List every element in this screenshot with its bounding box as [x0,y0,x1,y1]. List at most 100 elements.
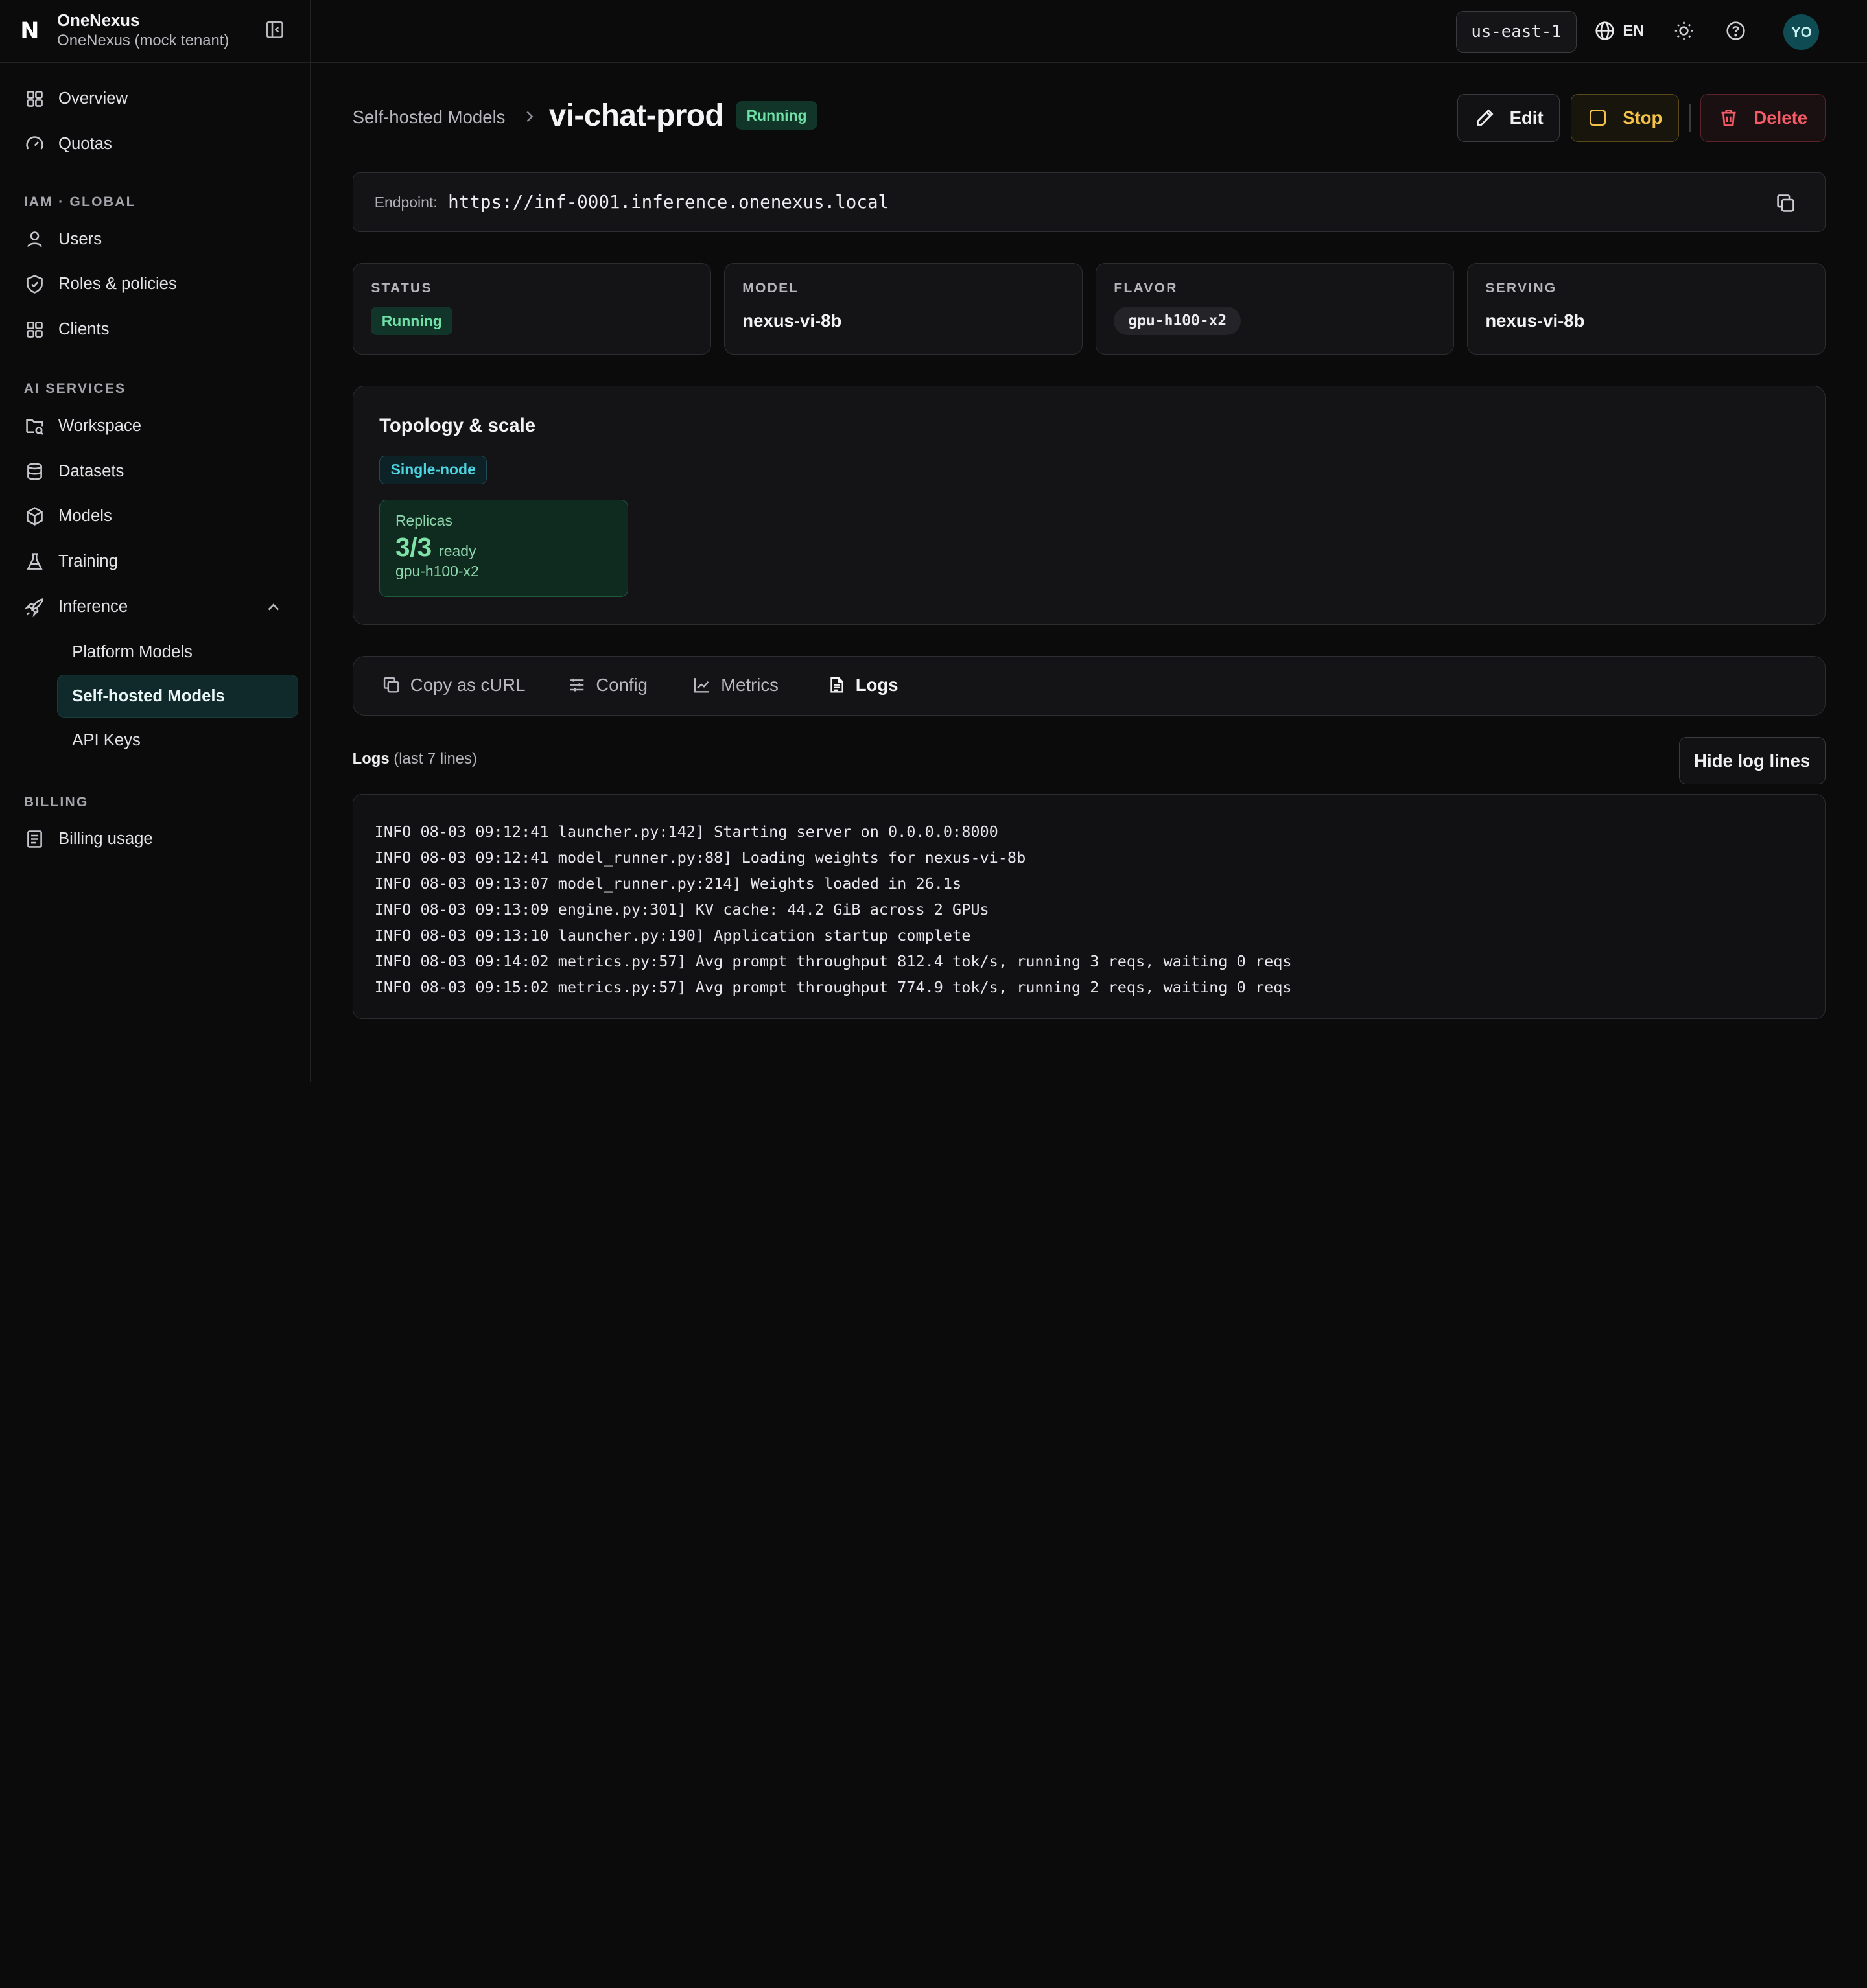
section-title-ai-services: AI SERVICES [23,381,126,397]
tab-logs[interactable]: Logs [827,675,898,696]
divider [1689,103,1691,132]
globe-icon [1595,21,1614,40]
app-root: N OneNexus OneNexus (mock tenant) Overvi… [0,0,1867,1082]
cube-icon [24,506,45,527]
folder-search-icon [24,415,45,437]
sidebar-item-label: Datasets [58,462,124,480]
stat-card-flavor: FLAVOR gpu-h100-x2 [1095,263,1454,355]
edit-button[interactable]: Edit [1457,94,1560,142]
copy-icon[interactable] [1775,193,1796,214]
sidebar-item-training[interactable]: Training [0,539,310,585]
language-selector[interactable]: EN [1594,20,1645,41]
sidebar-item-label: Roles & policies [58,275,177,294]
endpoint-url[interactable]: https://inf-0001.inference.onenexus.loca… [448,192,889,213]
grid-icon [24,88,45,110]
chevron-right-icon [523,108,537,125]
sidebar-collapse-icon[interactable] [265,20,284,39]
tab-label: Config [596,674,648,695]
avatar[interactable]: YO [1783,14,1820,51]
sidebar-item-label: Clients [58,320,110,339]
delete-button[interactable]: Delete [1700,94,1826,142]
replicas-count: 3/3 [395,532,432,562]
pencil-icon [1476,109,1494,126]
log-line: INFO 08-03 09:14:02 metrics.py:57] Avg p… [374,952,1292,971]
sidebar-item-label: Quotas [58,134,112,153]
sidebar-subitem-platform-models[interactable]: Platform Models [57,631,298,673]
log-line: INFO 08-03 09:12:41 launcher.py:142] Sta… [374,822,998,841]
tab-copy-as-curl[interactable]: Copy as cURL [382,674,526,696]
tab-label: Copy as cURL [410,674,526,695]
status-badge: Running [371,307,453,336]
flask-icon [24,551,45,572]
file-text-icon [830,677,843,693]
log-line: INFO 08-03 09:15:02 metrics.py:57] Avg p… [374,978,1292,997]
log-output: INFO 08-03 09:12:41 launcher.py:142] Sta… [352,794,1826,1020]
replicas-flavor: gpu-h100-x2 [395,562,479,579]
topology-title: Topology & scale [379,415,536,437]
region-selector[interactable]: us-east-1 [1456,10,1577,53]
endpoint-bar: Endpoint: https://inf-0001.inference.one… [352,172,1826,233]
page-header: Self-hosted Models vi-chat-prod Running … [353,94,1826,142]
sun-icon[interactable] [1673,20,1695,41]
sidebar-item-billing-usage[interactable]: Billing usage [0,817,310,862]
stop-button[interactable]: Stop [1570,94,1679,142]
brand-name: OneNexus [57,11,140,30]
sidebar-item-users[interactable]: Users [0,216,310,262]
flavor-pill: gpu-h100-x2 [1114,307,1241,336]
stat-label: FLAVOR [1114,280,1178,296]
topology-panel: Topology & scale Single-node Replicas 3/… [352,386,1826,626]
stat-card-model: MODEL nexus-vi-8b [723,263,1083,355]
breadcrumb-self-hosted-models[interactable]: Self-hosted Models [353,107,506,128]
line-chart-icon [694,677,709,693]
replicas-label: Replicas [395,511,452,529]
sidebar-item-roles[interactable]: Roles & policies [0,262,310,307]
stop-button-label: Stop [1623,107,1663,128]
sidebar-item-quotas[interactable]: Quotas [0,121,310,167]
user-icon [24,229,45,250]
logs-heading: Logs (last 7 lines) [353,750,477,768]
rocket-icon [24,596,45,618]
edit-button-label: Edit [1509,107,1544,128]
sliders-icon [570,678,584,692]
sidebar-item-label: Users [58,229,102,248]
sidebar-item-label: Inference [58,598,128,616]
replicas-card: Replicas 3/3 ready gpu-h100-x2 [379,499,628,598]
chevron-up-icon[interactable] [265,599,282,616]
delete-button-label: Delete [1754,107,1808,128]
tab-metrics[interactable]: Metrics [692,675,779,696]
logs-subtitle: (last 7 lines) [393,750,477,768]
brand-text: OneNexus OneNexus (mock tenant) [57,12,229,51]
sidebar-item-clients[interactable]: Clients [0,307,310,353]
stat-card-serving: SERVING nexus-vi-8b [1466,263,1826,355]
page-title: vi-chat-prod [548,98,724,133]
grid-icon [24,319,45,340]
stat-card-status: STATUS Running [352,263,711,355]
log-line: INFO 08-03 09:13:09 engine.py:301] KV ca… [374,900,989,918]
brand: N OneNexus OneNexus (mock tenant) [0,0,311,64]
shield-check-icon [24,274,45,295]
log-line: INFO 08-03 09:13:10 launcher.py:190] App… [374,926,971,944]
sidebar-item-workspace[interactable]: Workspace [0,404,310,449]
sidebar-item-overview[interactable]: Overview [0,76,310,122]
sidebar-item-label: Training [58,552,118,571]
sidebar-item-label: Models [58,507,112,526]
stat-label: SERVING [1485,280,1557,296]
sidebar-item-datasets[interactable]: Datasets [0,449,310,494]
tab-config[interactable]: Config [567,675,648,696]
sidebar-subitem-api-keys[interactable]: API Keys [57,719,298,762]
sidebar-item-inference[interactable]: Inference [0,585,310,630]
sidebar: N OneNexus OneNexus (mock tenant) Overvi… [0,0,311,1082]
log-line: INFO 08-03 09:13:07 model_runner.py:214]… [374,874,962,893]
stat-value: nexus-vi-8b [1485,310,1585,331]
help-icon[interactable] [1725,20,1746,41]
sidebar-item-models[interactable]: Models [0,494,310,539]
log-line: INFO 08-03 09:12:41 model_runner.py:88] … [374,848,1026,867]
status-badge: Running [736,101,818,130]
section-title-iam: IAM · GLOBAL [23,194,136,210]
section-title-billing: BILLING [23,794,89,810]
hide-log-lines-button[interactable]: Hide log lines [1678,736,1826,785]
logs-title: Logs [352,750,390,768]
sidebar-subitem-self-hosted-models[interactable]: Self-hosted Models [57,675,299,718]
sidebar-item-label: Billing usage [58,830,153,848]
square-icon [1590,110,1606,126]
